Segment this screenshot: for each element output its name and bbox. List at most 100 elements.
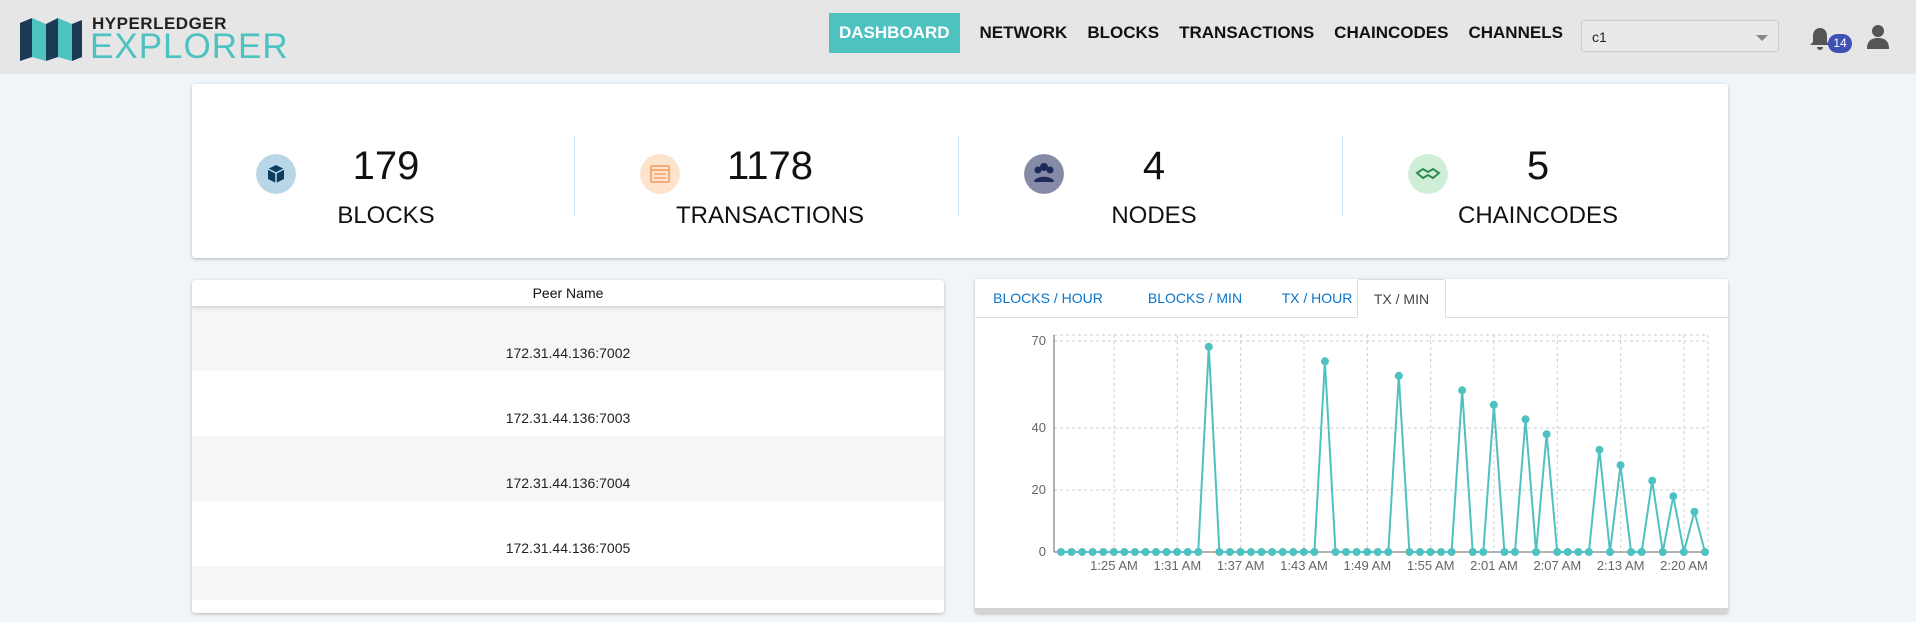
- peer-name-cell: 172.31.44.136:7002: [505, 345, 631, 361]
- table-row[interactable]: 172.31.44.136:7002: [192, 306, 944, 371]
- data-point: [1173, 548, 1182, 556]
- nav-chaincodes[interactable]: CHAINCODES: [1334, 23, 1448, 43]
- data-point: [1500, 548, 1509, 556]
- data-point: [1278, 548, 1287, 556]
- stat-transactions: 1178 TRANSACTIONS: [576, 84, 960, 258]
- stat-label: NODES: [1111, 202, 1197, 229]
- data-point: [1247, 548, 1256, 556]
- data-point: [1616, 461, 1625, 470]
- data-point: [1194, 548, 1203, 556]
- tab-tx-hour[interactable]: TX / HOUR: [1262, 279, 1372, 317]
- chart-card: BLOCKS / HOUR BLOCKS / MIN TX / HOUR TX …: [975, 279, 1728, 613]
- channel-select-value: c1: [1592, 29, 1607, 45]
- tab-tx-min[interactable]: TX / MIN: [1357, 279, 1446, 318]
- channel-select[interactable]: c1: [1581, 20, 1779, 52]
- data-point: [1109, 548, 1118, 556]
- data-point: [1225, 548, 1234, 556]
- peer-name-cell: 172.31.44.136:7005: [505, 540, 631, 556]
- stat-value: 179: [352, 144, 420, 188]
- data-point: [1320, 357, 1329, 366]
- data-point: [1384, 548, 1393, 556]
- series-line: [1061, 346, 1706, 553]
- tab-blocks-min[interactable]: BLOCKS / MIN: [1130, 279, 1260, 317]
- table-row[interactable]: 172.31.44.136:7003: [192, 371, 944, 436]
- handshake-icon: [1408, 154, 1448, 194]
- data-point: [1701, 548, 1709, 556]
- list-icon: [640, 154, 680, 194]
- data-point: [1268, 548, 1277, 556]
- data-point: [1458, 386, 1467, 395]
- nav-dashboard[interactable]: DASHBOARD: [829, 13, 960, 53]
- data-point: [1658, 548, 1667, 556]
- x-tick-label: 1:25 AM: [1090, 558, 1138, 573]
- data-point: [1183, 548, 1192, 556]
- table-row[interactable]: 172.31.44.136:7005: [192, 501, 944, 566]
- x-tick-label: 1:55 AM: [1407, 558, 1455, 573]
- stat-chaincodes: 5 CHAINCODES: [1344, 84, 1728, 258]
- chevron-down-icon: [1756, 35, 1768, 41]
- data-point: [1690, 507, 1699, 516]
- user-icon[interactable]: [1866, 24, 1890, 50]
- users-icon: [1024, 154, 1064, 194]
- stat-label: BLOCKS: [337, 202, 435, 229]
- data-point: [1299, 548, 1308, 556]
- data-point: [1669, 492, 1678, 501]
- tx-per-minute-chart: 0 20 40 70 1:25 AM 1:31 AM 1:37 AM 1:43 AM 1:49 …: [1032, 333, 1709, 573]
- data-point: [1468, 548, 1477, 556]
- stat-label: TRANSACTIONS: [675, 202, 864, 229]
- data-point: [1120, 548, 1129, 556]
- data-point: [1310, 548, 1319, 556]
- data-point: [1679, 548, 1688, 556]
- nav-channels[interactable]: CHANNELS: [1468, 23, 1562, 43]
- data-point: [1057, 548, 1065, 556]
- data-point: [1099, 548, 1108, 556]
- nav-transactions[interactable]: TRANSACTIONS: [1179, 23, 1314, 43]
- divider: [1342, 136, 1343, 216]
- data-point: [1078, 548, 1087, 556]
- data-point: [1331, 548, 1340, 556]
- nav-blocks[interactable]: BLOCKS: [1087, 23, 1159, 43]
- data-point: [1162, 548, 1171, 556]
- stat-value: 1178: [726, 144, 813, 188]
- data-point: [1542, 430, 1551, 439]
- data-point: [1532, 548, 1541, 556]
- peer-table-header[interactable]: Peer Name: [192, 280, 944, 306]
- data-point: [1088, 548, 1097, 556]
- tab-blocks-hour[interactable]: BLOCKS / HOUR: [983, 279, 1113, 317]
- data-point: [1489, 400, 1498, 409]
- data-point: [1141, 548, 1150, 556]
- stat-blocks: 179 BLOCKS: [192, 84, 576, 258]
- peer-table: Peer Name 172.31.44.136:7002 172.31.44.1…: [192, 280, 944, 613]
- table-row[interactable]: 172.31.44.136:7004: [192, 436, 944, 501]
- table-row-empty: [192, 566, 944, 600]
- nav-network[interactable]: NETWORK: [980, 23, 1068, 43]
- x-tick-label: 2:13 AM: [1597, 558, 1645, 573]
- data-point: [1215, 548, 1224, 556]
- data-point: [1637, 548, 1646, 556]
- stats-card: 179 BLOCKS 1178 TRANSACTIONS 4 NODES 5 C…: [192, 84, 1728, 258]
- data-point: [1067, 548, 1076, 556]
- data-point: [1373, 548, 1382, 556]
- data-point: [1363, 548, 1372, 556]
- data-point: [1236, 548, 1245, 556]
- divider: [574, 136, 575, 216]
- data-point: [1574, 548, 1583, 556]
- y-tick-label: 0: [1039, 544, 1046, 559]
- main-nav: DASHBOARD NETWORK BLOCKS TRANSACTIONS CH…: [829, 13, 1583, 53]
- data-point: [1521, 415, 1530, 424]
- data-point: [1342, 548, 1351, 556]
- data-point: [1648, 476, 1657, 485]
- hyperledger-explorer-logo[interactable]: HYPERLEDGER EXPLORER: [18, 14, 288, 66]
- data-point: [1447, 548, 1456, 556]
- data-point: [1426, 548, 1435, 556]
- peer-name-cell: 172.31.44.136:7003: [505, 410, 631, 426]
- data-point: [1405, 548, 1414, 556]
- data-point: [1415, 548, 1424, 556]
- data-point: [1257, 548, 1266, 556]
- y-tick-label: 20: [1032, 482, 1046, 497]
- chart-tabs: BLOCKS / HOUR BLOCKS / MIN TX / HOUR TX …: [975, 279, 1728, 318]
- data-point: [1510, 548, 1519, 556]
- notification-badge: 14: [1828, 34, 1852, 53]
- x-tick-label: 2:01 AM: [1470, 558, 1518, 573]
- x-tick-label: 1:49 AM: [1343, 558, 1391, 573]
